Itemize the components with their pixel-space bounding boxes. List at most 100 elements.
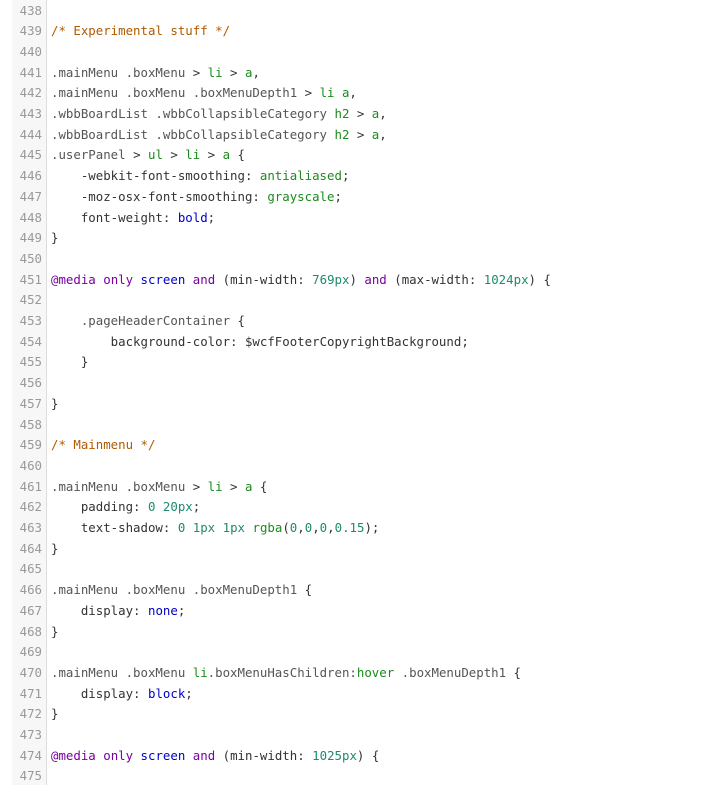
code-line[interactable]: 447 -moz-osx-font-smoothing: grayscale;: [0, 187, 728, 208]
code-token: grayscale: [267, 188, 335, 204]
code-text[interactable]: /* Mainmenu */: [51, 435, 155, 456]
code-token: @media: [51, 271, 96, 287]
line-number: 473: [19, 727, 42, 742]
code-token: >: [349, 126, 372, 142]
code-text[interactable]: @media only screen and (min-width: 1025p…: [51, 746, 379, 767]
code-text[interactable]: .mainMenu .boxMenu .boxMenuDepth1 > li a…: [51, 83, 357, 104]
code-line[interactable]: 457}: [0, 394, 728, 415]
code-line[interactable]: 444 .wbbBoardList .wbbCollapsibleCategory…: [0, 125, 728, 146]
code-token: }: [51, 230, 59, 246]
code-token: 1px: [192, 520, 216, 535]
line-number: 457: [19, 395, 42, 411]
code-token: >: [304, 85, 320, 101]
code-line[interactable]: 446 -webkit-font-smoothing: antialiased;: [0, 166, 728, 187]
code-line[interactable]: 465: [0, 559, 728, 580]
code-token: }: [51, 354, 89, 370]
code-text[interactable]: .pageHeaderContainer {: [51, 311, 245, 332]
code-line[interactable]: 464}: [0, 539, 728, 560]
code-text[interactable]: }: [51, 704, 58, 725]
code-line[interactable]: 445 .userPanel > ul > li > a {: [0, 145, 728, 166]
code-text[interactable]: }: [51, 622, 58, 643]
code-line[interactable]: 442 .mainMenu .boxMenu .boxMenuDepth1 > l…: [0, 83, 728, 104]
code-text[interactable]: }: [51, 394, 58, 415]
code-line[interactable]: 452: [0, 290, 728, 311]
code-line[interactable]: 448 font-weight: bold;: [0, 208, 728, 229]
code-line[interactable]: 463 text-shadow: 0 1px 1px rgba(0,0,0,0.…: [0, 518, 728, 539]
code-text[interactable]: -webkit-font-smoothing: antialiased;: [51, 166, 350, 187]
code-token: }: [51, 395, 59, 411]
code-token: >: [349, 106, 372, 121]
code-text[interactable]: .mainMenu .boxMenu > li > a {: [51, 477, 267, 498]
code-text[interactable]: }: [51, 352, 88, 373]
code-text[interactable]: .mainMenu .boxMenu .boxMenuDepth1 {: [51, 580, 312, 601]
code-token: li: [185, 147, 201, 163]
code-line[interactable]: 462 padding: 0 20px;: [0, 497, 728, 518]
code-text[interactable]: }: [51, 539, 58, 560]
code-text[interactable]: @media only screen and (min-width: 769px…: [51, 270, 551, 291]
code-line[interactable]: 449}: [0, 228, 728, 249]
code-line[interactable]: 467 display: none;: [0, 601, 728, 622]
code-token: >: [133, 147, 148, 163]
code-line[interactable]: 460: [0, 456, 728, 477]
code-token: .wbbBoardList .wbbCollapsibleCategory: [51, 106, 335, 121]
code-token: (max-width:: [386, 271, 484, 287]
code-line[interactable]: 456: [0, 373, 728, 394]
code-line[interactable]: 438: [0, 1, 728, 22]
code-token: display:: [51, 685, 148, 701]
code-token: ;: [192, 499, 201, 515]
code-line[interactable]: 439 /* Experimental stuff */: [0, 21, 728, 42]
code-line[interactable]: 441 .mainMenu .boxMenu > li > a,: [0, 63, 728, 84]
code-text[interactable]: .mainMenu .boxMenu li.boxMenuHasChildren…: [51, 663, 521, 684]
code-text[interactable]: display: none;: [51, 601, 185, 622]
code-line[interactable]: 455 }: [0, 352, 728, 373]
code-token: li: [319, 85, 335, 101]
code-text[interactable]: font-weight: bold;: [51, 208, 215, 229]
code-line[interactable]: 474 @media only screen and (min-width: 10…: [0, 746, 728, 767]
code-line[interactable]: 458: [0, 415, 728, 436]
code-token: a: [222, 147, 231, 163]
code-line[interactable]: 475: [0, 766, 728, 785]
code-line[interactable]: 468}: [0, 622, 728, 643]
code-text[interactable]: padding: 0 20px;: [51, 497, 200, 518]
code-line[interactable]: 454 background-color: $wcfFooterCopyrigh…: [0, 332, 728, 353]
code-text[interactable]: -moz-osx-font-smoothing: grayscale;: [51, 187, 342, 208]
line-number: 472: [19, 706, 42, 722]
code-text[interactable]: .userPanel > ul > li > a {: [51, 145, 245, 166]
line-number: 455: [19, 354, 42, 370]
code-token: rgba: [252, 520, 283, 535]
code-token: li: [192, 664, 208, 680]
code-token: {: [237, 313, 245, 328]
code-line[interactable]: 450: [0, 249, 728, 270]
code-line[interactable]: 440: [0, 42, 728, 63]
code-line[interactable]: 461 .mainMenu .boxMenu > li > a {: [0, 477, 728, 498]
code-text[interactable]: }: [51, 228, 58, 249]
line-number: 467: [19, 602, 42, 618]
code-token: background-color:: [51, 333, 245, 349]
line-number: 451: [19, 271, 42, 287]
code-token: ,: [349, 85, 357, 101]
code-line[interactable]: 453 .pageHeaderContainer {: [0, 311, 728, 332]
code-token: none: [147, 602, 178, 618]
code-token: ): [349, 271, 365, 287]
code-editor[interactable]: 438 439 /* Experimental stuff */ 440 441 .mai…: [0, 0, 728, 785]
code-text[interactable]: text-shadow: 0 1px 1px rgba(0,0,0,0.15);: [51, 518, 380, 539]
code-text[interactable]: .mainMenu .boxMenu > li > a,: [51, 63, 260, 84]
code-line[interactable]: 469: [0, 642, 728, 663]
code-line[interactable]: 443 .wbbBoardList .wbbCollapsibleCategory…: [0, 104, 728, 125]
code-line[interactable]: 459 /* Mainmenu */: [0, 435, 728, 456]
code-text[interactable]: /* Experimental stuff */: [51, 21, 230, 42]
line-number: 441: [19, 64, 42, 80]
code-line[interactable]: 470 .mainMenu .boxMenu li.boxMenuHasChild…: [0, 663, 728, 684]
code-text[interactable]: display: block;: [51, 684, 193, 705]
code-line[interactable]: 472}: [0, 704, 728, 725]
code-token: $wcfFooterCopyrightBackground: [244, 333, 462, 349]
code-line[interactable]: 473: [0, 725, 728, 746]
code-text[interactable]: background-color: $wcfFooterCopyrightBac…: [51, 332, 469, 353]
code-text[interactable]: .wbbBoardList .wbbCollapsibleCategory h2…: [51, 125, 387, 146]
code-text[interactable]: .wbbBoardList .wbbCollapsibleCategory h2…: [51, 104, 387, 125]
code-line[interactable]: 451 @media only screen and (min-width: 76…: [0, 270, 728, 291]
code-line[interactable]: 466 .mainMenu .boxMenu .boxMenuDepth1 {: [0, 580, 728, 601]
code-line[interactable]: 471 display: block;: [0, 684, 728, 705]
